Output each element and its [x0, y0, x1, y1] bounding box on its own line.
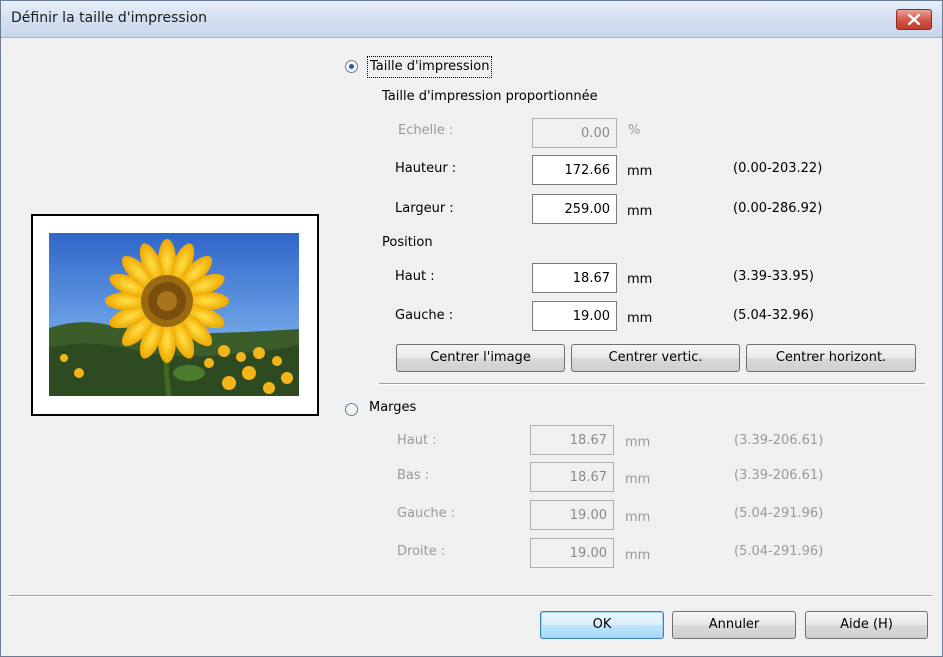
print-size-radio-label: Taille d'impression [370, 59, 490, 74]
close-icon [908, 14, 920, 25]
center-horizontal-button[interactable]: Centrer horizont. [746, 344, 916, 372]
width-range: (0.00-286.92) [733, 201, 823, 216]
margin-left-input[interactable] [530, 500, 614, 530]
scale-input[interactable] [532, 118, 617, 148]
margin-right-input[interactable] [530, 538, 614, 568]
position-top-range: (3.39-33.95) [733, 269, 814, 284]
position-top-unit: mm [627, 272, 653, 287]
position-top-input[interactable] [532, 263, 617, 293]
margin-bottom-label: Bas : [397, 468, 430, 483]
width-unit: mm [627, 204, 653, 219]
height-unit: mm [627, 164, 653, 179]
sunflower-photo [49, 233, 299, 396]
margin-bottom-unit: mm [625, 472, 651, 487]
position-left-range: (5.04-32.96) [733, 308, 814, 323]
width-input[interactable] [532, 194, 617, 224]
print-size-radio-label-box[interactable]: Taille d'impression [367, 56, 493, 78]
height-label: Hauteur : [395, 161, 457, 176]
margin-top-label: Haut : [397, 433, 437, 448]
scale-label: Echelle : [398, 123, 454, 138]
margins-radio-label: Marges [369, 400, 417, 415]
margin-right-label: Droite : [397, 544, 446, 559]
margin-left-label: Gauche : [397, 506, 456, 521]
center-vertical-button[interactable]: Centrer vertic. [571, 344, 740, 372]
help-button[interactable]: Aide (H) [805, 611, 928, 639]
height-range: (0.00-203.22) [733, 161, 823, 176]
width-label: Largeur : [395, 201, 454, 216]
height-input[interactable] [532, 155, 617, 185]
close-button[interactable] [896, 9, 932, 30]
print-size-radio[interactable] [345, 60, 358, 73]
ok-button[interactable]: OK [540, 611, 664, 639]
margin-right-unit: mm [625, 548, 651, 563]
cancel-button[interactable]: Annuler [672, 611, 796, 639]
proportional-heading: Taille d'impression proportionnée [382, 89, 598, 104]
position-left-label: Gauche : [395, 308, 454, 323]
margin-left-range: (5.04-291.96) [734, 506, 824, 521]
position-heading: Position [382, 235, 433, 250]
margin-right-range: (5.04-291.96) [734, 544, 824, 559]
section-divider [379, 383, 925, 385]
margin-top-unit: mm [625, 435, 651, 450]
margin-bottom-range: (3.39-206.61) [734, 468, 824, 483]
scale-unit: % [628, 123, 641, 138]
margin-bottom-input[interactable] [530, 462, 614, 492]
center-image-button[interactable]: Centrer l'image [396, 344, 565, 372]
margin-left-unit: mm [625, 510, 651, 525]
position-top-label: Haut : [395, 269, 435, 284]
print-size-dialog: Définir la taille d'impression Taille d'… [0, 0, 943, 657]
title-bar: Définir la taille d'impression [1, 1, 942, 38]
margins-radio[interactable] [345, 403, 358, 416]
footer-divider [9, 595, 932, 597]
position-left-unit: mm [627, 311, 653, 326]
position-left-input[interactable] [532, 301, 617, 331]
radio-selected-dot [349, 64, 354, 69]
print-preview [31, 214, 319, 416]
margin-top-range: (3.39-206.61) [734, 433, 824, 448]
margin-top-input[interactable] [530, 425, 614, 455]
window-title: Définir la taille d'impression [11, 10, 208, 26]
